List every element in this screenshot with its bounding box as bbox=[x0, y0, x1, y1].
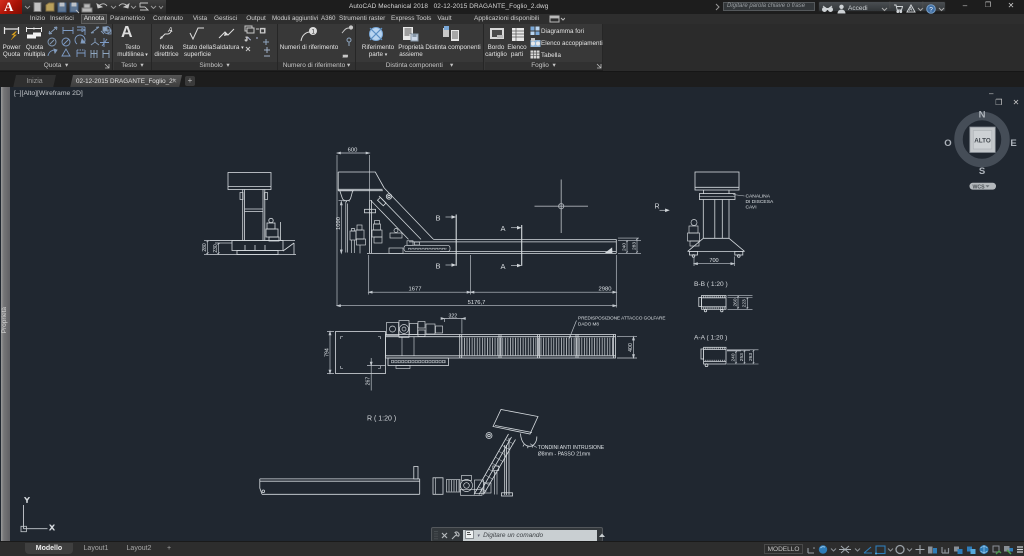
svg-text:J: J bbox=[245, 37, 248, 43]
svg-text:A: A bbox=[167, 27, 173, 34]
svg-text:❐: ❐ bbox=[260, 28, 266, 35]
svg-text:?: ? bbox=[929, 6, 933, 13]
svg-text:„„: „„ bbox=[343, 51, 348, 58]
